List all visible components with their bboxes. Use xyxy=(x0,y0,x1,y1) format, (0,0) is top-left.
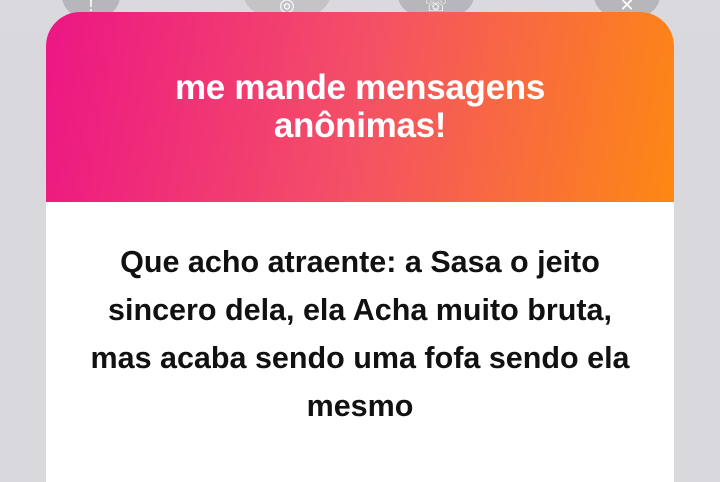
anonymous-message-card: me mande mensagens anônimas! Que acho at… xyxy=(46,12,674,482)
card-header: me mande mensagens anônimas! xyxy=(46,12,674,202)
message-text: Que acho atraente: a Sasa o jeito sincer… xyxy=(90,245,630,423)
card-title: me mande mensagens anônimas! xyxy=(174,68,546,145)
card-body: Que acho atraente: a Sasa o jeito sincer… xyxy=(46,202,674,430)
